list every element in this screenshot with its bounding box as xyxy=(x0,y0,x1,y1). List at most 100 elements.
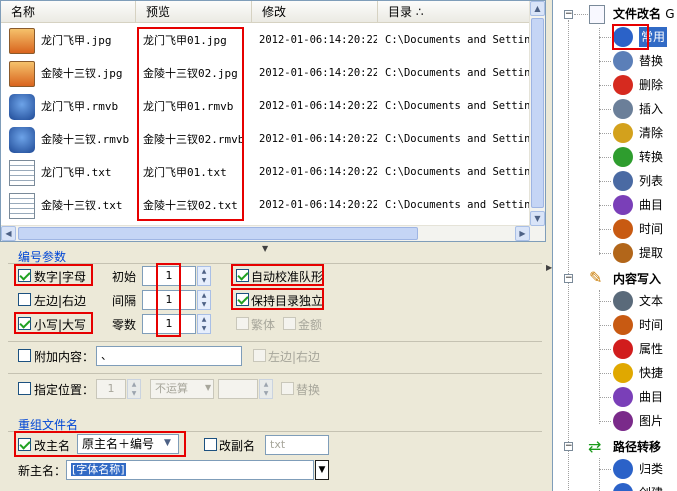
ext-input[interactable]: txt xyxy=(265,435,329,455)
scroll-up-icon[interactable]: ▲ xyxy=(530,1,545,16)
tree-item[interactable]: 曲目 xyxy=(639,387,663,407)
music-icon xyxy=(613,195,633,215)
text-icon xyxy=(613,291,633,311)
tree-connector xyxy=(599,349,611,350)
operation-value-input[interactable] xyxy=(218,379,258,399)
rename-doc-icon xyxy=(589,5,605,24)
column-header-modified[interactable]: 修改 xyxy=(252,1,378,23)
tree-connector xyxy=(599,181,611,182)
append-divider xyxy=(8,341,542,342)
operation-spinner-arrows-icon[interactable]: ▲ ▼ xyxy=(259,379,273,399)
table-row[interactable]: 龙门飞甲.jpg 龙门飞甲01.jpg 2012-01-06:14:20:22 C:\… xyxy=(1,24,531,57)
tree-connector xyxy=(574,14,588,15)
column-header-directory[interactable]: 目录 ∴ xyxy=(378,1,531,23)
scroll-down-icon[interactable]: ▼ xyxy=(530,211,545,226)
common-item-highlight xyxy=(612,24,649,50)
position-spinner-arrows-icon[interactable]: ▲ ▼ xyxy=(127,379,141,399)
append-input[interactable]: 、 xyxy=(96,346,242,366)
tree-item[interactable]: 属性 xyxy=(639,339,663,359)
tree-connector xyxy=(599,397,611,398)
tree-item[interactable]: 插入 xyxy=(639,99,663,119)
tree-item[interactable]: 曲目 xyxy=(639,195,663,215)
column-header-preview[interactable]: 预览 xyxy=(136,1,252,23)
replace-checkbox[interactable] xyxy=(281,382,294,395)
section3-expand-icon[interactable]: − xyxy=(564,442,573,451)
collapse-arrow-icon[interactable]: ▼ xyxy=(262,244,268,253)
file-list[interactable]: 名称 预览 修改 目录 ∴ 龙门飞甲.jpg 龙门飞甲01.jpg 2012-01-… xyxy=(0,0,546,242)
section2-expand-icon[interactable]: − xyxy=(564,274,573,283)
new-main-dropdown-icon[interactable]: ▼ xyxy=(315,460,329,480)
file-name-cell: 龙门飞甲.jpg xyxy=(41,34,112,47)
table-row[interactable]: 金陵十三钗.jpg 金陵十三钗02.jpg 2012-01-06:14:20:22 C… xyxy=(1,57,531,90)
music-icon xyxy=(613,387,633,407)
append-checkbox[interactable] xyxy=(18,349,31,362)
tree-section3-label[interactable]: 路径转移 xyxy=(613,437,661,457)
tree-section2-label[interactable]: 内容写入 xyxy=(613,269,661,289)
tree-item[interactable]: 替换 xyxy=(639,51,663,71)
tree-root-line xyxy=(568,20,569,490)
traditional-checkbox[interactable] xyxy=(236,317,249,330)
start-spinner-arrows-icon[interactable]: ▲ ▼ xyxy=(197,266,211,286)
modified-time-cell: 2012-01-06:14:20:22 xyxy=(259,133,377,145)
options-panel: ▼ 编号参数 数字|字母 初始 1 ▲ ▼ 自动校准队形 左边|右边 间隔 1 ▲… xyxy=(0,242,548,491)
traditional-label: 繁体 xyxy=(251,318,276,332)
convert-icon xyxy=(613,147,633,167)
position-checkbox[interactable] xyxy=(18,382,31,395)
tree-root-label[interactable]: 文件改名 G xyxy=(613,4,675,24)
tree-item[interactable]: 时间 xyxy=(639,315,663,335)
tree-item[interactable]: 列表 xyxy=(639,171,663,191)
zeros-spinner-arrows-icon[interactable]: ▲ ▼ xyxy=(197,314,211,334)
scroll-left-icon[interactable]: ◀ xyxy=(1,226,16,241)
tree-connector xyxy=(599,157,611,158)
tree-item[interactable]: 创建 xyxy=(639,483,663,491)
table-row[interactable]: 金陵十三钗.rmvb 金陵十三钗02.rmvb 2012-01-06:14:20:2… xyxy=(1,123,531,156)
hand-icon xyxy=(613,339,633,359)
tree-connector xyxy=(599,61,611,62)
vertical-scroll-thumb[interactable] xyxy=(531,18,544,208)
tree-item[interactable]: 图片 xyxy=(639,411,663,431)
modified-time-cell: 2012-01-06:14:20:22 xyxy=(259,67,377,79)
tree-connector xyxy=(599,469,611,470)
new-main-input[interactable]: [字体名称] xyxy=(66,460,314,480)
modified-time-cell: 2012-01-06:14:20:22 xyxy=(259,34,377,46)
tree-connector xyxy=(599,133,611,134)
operation-dropdown-icon[interactable]: ▼ xyxy=(205,383,211,392)
file-name-cell: 龙门飞甲.rmvb xyxy=(41,100,119,113)
auto-align-highlight xyxy=(231,264,324,286)
position-divider xyxy=(8,373,542,374)
tree-item[interactable]: 时间 xyxy=(639,219,663,239)
table-row[interactable]: 金陵十三钗.txt 金陵十三钗02.txt 2012-01-06:14:20:22 C… xyxy=(1,189,531,222)
table-row[interactable]: 龙门飞甲.txt 龙门飞甲01.txt 2012-01-06:14:20:22 C:\… xyxy=(1,156,531,189)
tree-item[interactable]: 提取 xyxy=(639,243,663,263)
tree-root-text: 文件改名 xyxy=(613,7,662,21)
rename-ext-checkbox[interactable] xyxy=(204,438,217,451)
realmedia-icon xyxy=(9,94,35,120)
tree-item[interactable]: 删除 xyxy=(639,75,663,95)
scroll-right-icon[interactable]: ▶ xyxy=(515,226,530,241)
tree-item[interactable]: 归类 xyxy=(639,459,663,479)
table-row[interactable]: 龙门飞甲.rmvb 龙门飞甲01.rmvb 2012-01-06:14:20:22 C… xyxy=(1,90,531,123)
tree-item[interactable]: 清除 xyxy=(639,123,663,143)
amount-checkbox[interactable] xyxy=(283,317,296,330)
list-icon xyxy=(613,171,633,191)
amount-label: 金额 xyxy=(298,318,323,332)
left-right-label: 左边|右边 xyxy=(34,294,87,308)
left-right-checkbox[interactable] xyxy=(18,293,31,306)
tree-item[interactable]: 转换 xyxy=(639,147,663,167)
column-header-name[interactable]: 名称 xyxy=(1,1,136,23)
function-tree[interactable]: − 文件改名 G 常用 替换 删除 插入 清除 转换 列表 曲目 时间 提取 − ✎ 内容写入 文… xyxy=(552,0,677,491)
horizontal-scroll-thumb[interactable] xyxy=(18,227,418,240)
tree-item[interactable]: 快捷 xyxy=(639,363,663,383)
spinner-values-highlight xyxy=(156,263,181,337)
preview-column-highlight xyxy=(137,27,244,221)
tree-item[interactable]: 文本 xyxy=(639,291,663,311)
root-expand-icon[interactable]: − xyxy=(564,10,573,19)
vertical-scrollbar[interactable]: ▲ ▼ xyxy=(529,1,545,241)
broom-icon xyxy=(613,123,633,143)
jpg-image-icon xyxy=(9,61,35,87)
clock-icon xyxy=(613,219,633,239)
step-spinner-arrows-icon[interactable]: ▲ ▼ xyxy=(197,290,211,310)
position-spinner[interactable]: 1 xyxy=(96,379,126,399)
append-side-checkbox[interactable] xyxy=(253,349,266,362)
horizontal-scrollbar[interactable]: ◀ ▶ xyxy=(1,225,531,241)
